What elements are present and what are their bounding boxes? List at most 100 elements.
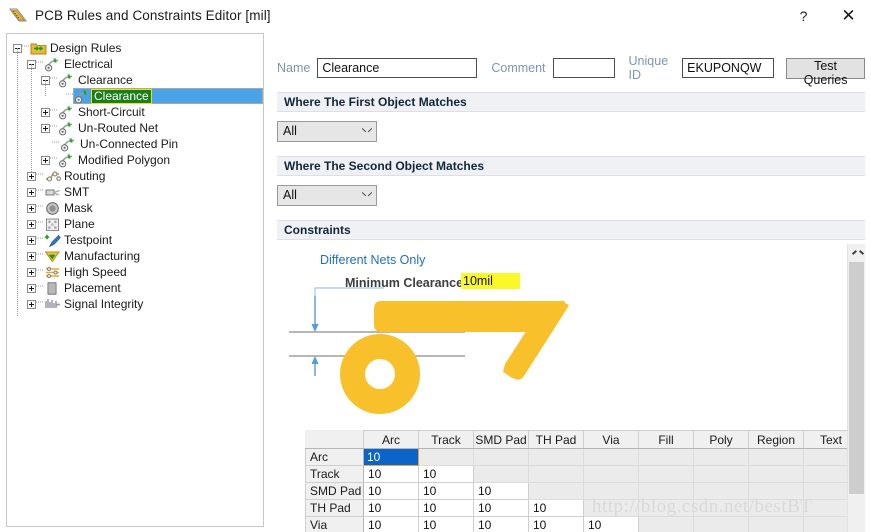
matrix-row-header[interactable]: Arc	[305, 448, 364, 466]
tree-connector	[31, 64, 32, 172]
expand-icon[interactable]	[41, 155, 50, 165]
tree-item-placement[interactable]: Placement	[7, 280, 263, 296]
matrix-row-header[interactable]: SMD Pad	[305, 482, 364, 500]
matrix-row-header[interactable]: Track	[305, 465, 364, 483]
plane-icon	[44, 217, 61, 232]
matrix-cell[interactable]: 10	[363, 499, 419, 517]
scrollbar-thumb[interactable]	[849, 262, 864, 494]
matrix-cell[interactable]: 10	[473, 499, 529, 517]
tree-item-short-circuit[interactable]: Short-Circuit	[7, 104, 263, 120]
design-rules-tree[interactable]: Design Rules Electrical Clearance Clearance…	[6, 33, 264, 527]
tree-item-routing[interactable]: Routing	[7, 168, 263, 184]
tree-item-label: Un-Connected Pin	[80, 137, 179, 151]
matrix-row: SMD Pad 10 10 10	[305, 482, 859, 500]
constraints-body: Different Nets Only Minimum Clearance 10…	[277, 244, 865, 532]
tree-item-label: Modified Polygon	[78, 153, 171, 167]
electrical-icon	[74, 89, 91, 104]
matrix-cell[interactable]: 10	[528, 499, 584, 517]
expand-icon[interactable]	[27, 203, 36, 213]
matrix-cell-empty	[638, 516, 694, 532]
matrix-cell-empty	[528, 482, 584, 500]
help-button[interactable]: ?	[781, 0, 826, 31]
matrix-column-header[interactable]: Poly	[693, 430, 749, 449]
constraints-vertical-scrollbar[interactable]	[847, 244, 865, 532]
matrix-row-header[interactable]: Via	[305, 516, 364, 532]
matrix-cell[interactable]: 10	[418, 482, 474, 500]
name-input[interactable]	[317, 58, 478, 78]
second-object-scope-select[interactable]: All	[277, 185, 377, 206]
matrix-column-header[interactable]: SMD Pad	[473, 430, 529, 449]
pcb-rules-editor-window: PCB Rules and Constraints Editor [mil] ?…	[0, 0, 871, 532]
tree-item-label: High Speed	[64, 265, 127, 279]
expand-icon[interactable]	[27, 299, 36, 309]
tree-connector	[66, 86, 73, 106]
tree-item-high-speed[interactable]: High Speed	[7, 264, 263, 280]
tree-item-manufacturing[interactable]: Manufacturing	[7, 248, 263, 264]
matrix-row: TH Pad 10 10 10 10	[305, 499, 859, 517]
tree-item-modified-polygon[interactable]: Modified Polygon	[7, 152, 263, 168]
test-queries-button[interactable]: Test Queries	[786, 57, 865, 87]
tree-item-plane[interactable]: Plane	[7, 216, 263, 232]
matrix-cell[interactable]: 10	[418, 516, 474, 532]
matrix-cell-empty	[638, 482, 694, 500]
placement-icon	[44, 281, 61, 296]
matrix-cell-empty	[748, 516, 804, 532]
tree-item-un-connected-pin[interactable]: Un-Connected Pin	[7, 136, 263, 152]
tree-item-label: Un-Routed Net	[78, 121, 159, 135]
tree-item-label: Routing	[64, 169, 106, 183]
matrix-row-header[interactable]: TH Pad	[305, 499, 364, 517]
matrix-cell[interactable]: 10	[473, 516, 529, 532]
tree-item-design-rules[interactable]: Design Rules	[7, 40, 263, 56]
clearance-illustration	[289, 287, 569, 414]
second-object-scope-value: All	[283, 188, 297, 202]
tree-item-label: Design Rules	[50, 41, 122, 55]
matrix-column-header[interactable]: Via	[583, 430, 639, 449]
matrix-column-header[interactable]: Arc	[363, 430, 419, 449]
tree-item-smt[interactable]: SMT	[7, 184, 263, 200]
expand-icon[interactable]	[41, 123, 50, 133]
tree-item-label: Clearance	[91, 88, 152, 104]
matrix-cell[interactable]: 10	[363, 482, 419, 500]
expand-icon[interactable]	[27, 251, 36, 261]
expand-icon[interactable]	[27, 171, 36, 181]
comment-input[interactable]	[552, 58, 615, 78]
first-object-section-header: Where The First Object Matches	[277, 92, 865, 112]
tree-item-electrical[interactable]: Electrical	[7, 56, 263, 72]
matrix-cell[interactable]: 10	[363, 516, 419, 532]
matrix-cell-empty	[748, 465, 804, 483]
matrix-column-header[interactable]: TH Pad	[528, 430, 584, 449]
expand-icon[interactable]	[27, 235, 36, 245]
tree-item-un-routed-net[interactable]: Un-Routed Net	[7, 120, 263, 136]
expand-icon[interactable]	[27, 187, 36, 197]
routing-icon	[44, 169, 61, 184]
tree-connector	[36, 294, 43, 314]
first-object-scope-value: All	[283, 124, 297, 138]
matrix-column-header[interactable]: Track	[418, 430, 474, 449]
close-button[interactable]: ✕	[826, 0, 871, 31]
scroll-up-arrow-icon[interactable]	[848, 244, 865, 261]
expand-icon[interactable]	[27, 283, 36, 293]
matrix-cell[interactable]: 10	[583, 516, 639, 532]
expand-icon[interactable]	[27, 219, 36, 229]
expand-icon[interactable]	[27, 267, 36, 277]
matrix-cell[interactable]: 10	[363, 465, 419, 483]
matrix-cell[interactable]: 10	[473, 482, 529, 500]
expand-icon[interactable]	[41, 107, 50, 117]
tree-item-signal-integrity[interactable]: Signal Integrity	[7, 296, 263, 312]
matrix-cell[interactable]: 10	[418, 499, 474, 517]
matrix-cell[interactable]: 10	[418, 465, 474, 483]
tree-item-testpoint[interactable]: Testpoint	[7, 232, 263, 248]
matrix-cell[interactable]: 10	[528, 516, 584, 532]
matrix-cell-empty	[528, 465, 584, 483]
matrix-column-header[interactable]: Fill	[638, 430, 694, 449]
matrix-cell-empty	[583, 482, 639, 500]
unique-id-input[interactable]	[682, 58, 775, 78]
matrix-cell-selected[interactable]: 10	[363, 448, 419, 466]
first-object-scope-select[interactable]: All	[277, 121, 377, 142]
matrix-column-header[interactable]: Region	[748, 430, 804, 449]
matrix-cell-empty	[638, 499, 694, 517]
clearance-matrix-table[interactable]: Arc Track SMD Pad TH Pad Via Fill Poly Region Te…	[305, 430, 859, 532]
tree-connector	[17, 48, 18, 316]
matrix-cell-empty	[748, 499, 804, 517]
tree-item-mask[interactable]: Mask	[7, 200, 263, 216]
